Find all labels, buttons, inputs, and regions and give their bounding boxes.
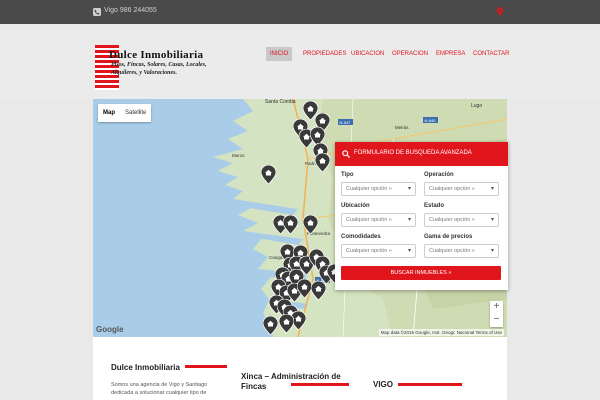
map-attribution[interactable]: Map data ©2015 Google, Inst. Geogr. Naci… [378,329,504,336]
property-marker-icon[interactable] [261,165,276,184]
logo-subtitle: Pisos, Fincas, Solares, Casas, Locales, … [111,62,207,76]
footer-col2-title: Xinca – Administración de Fincas [241,372,341,391]
map-label-lugo: Lugo [471,103,482,109]
chevron-down-icon: ▾ [407,217,411,223]
property-marker-icon[interactable] [311,281,326,300]
property-marker-icon[interactable] [279,314,294,333]
svg-text:N-640: N-640 [425,118,437,123]
select-operacion[interactable]: Cualquier opción » ▾ [424,182,499,196]
field-label-gama-precios: Gama de precios [424,234,473,240]
location-pin-icon[interactable] [497,7,503,16]
footer-col2-rule [291,383,349,386]
chevron-down-icon: ▾ [490,217,494,223]
nav-item-operacion[interactable]: OPERACION [388,47,432,61]
map-type-map-button[interactable]: Map [98,104,120,122]
property-marker-icon[interactable] [283,215,298,234]
nav-item-propiedades[interactable]: PROPIEDADES [299,47,350,61]
footer-col3-rule [398,383,462,386]
property-marker-icon[interactable] [263,316,278,335]
nav-item-empresa[interactable]: EMPRESA [432,47,469,61]
search-properties-button[interactable]: BUSCAR INMUEBLES » [341,266,501,280]
map-label-santa-comba: Santa Comba [265,99,296,105]
logo-name: Dulce Inmobiliaria [109,49,204,61]
search-panel-header: FORMULARIO DE BUSQUEDA AVANZADA [335,142,508,166]
field-label-operacion: Operación [424,172,454,178]
footer-col1-title: Dulce Inmobiliaria [111,363,180,372]
field-label-estado: Estado [424,203,445,209]
chevron-down-icon: ▾ [490,186,494,192]
select-tipo[interactable]: Cualquier opción » ▾ [341,182,416,196]
nav-item-inicio[interactable]: INICIO [266,47,293,61]
chevron-down-icon: ▾ [490,248,494,254]
chevron-down-icon: ▾ [407,248,411,254]
select-ubicacion[interactable]: Cualquier opción » ▾ [341,213,416,227]
map-type-satellite-button[interactable]: Satellite [120,104,151,122]
field-label-ubicacion: Ubicación [341,203,370,209]
zoom-control: + − [490,301,503,327]
zoom-in-button[interactable]: + [490,301,503,314]
svg-text:N-547: N-547 [340,120,352,125]
property-marker-icon[interactable] [303,215,318,234]
nav-item-ubicacion[interactable]: UBICACION [347,47,388,61]
zoom-out-button[interactable]: − [490,314,503,327]
phone-number: Vigo 986 244055 [104,7,157,14]
search-icon [342,150,350,158]
select-comodidades[interactable]: Cualquier opción » ▾ [341,244,416,258]
field-label-tipo: Tipo [341,172,354,178]
map-label-meiras: Meirás [395,125,409,130]
phone-icon [93,8,101,16]
select-estado[interactable]: Cualquier opción » ▾ [424,213,499,227]
property-marker-icon[interactable] [297,279,312,298]
nav-item-contactar[interactable]: CONTACTAR [469,47,513,61]
map-type-control: Map Satellite [98,104,152,122]
map-label-muros: Muros [232,153,245,158]
footer-col1-rule [185,365,227,368]
search-panel-title: FORMULARIO DE BUSQUEDA AVANZADA [354,150,472,156]
advanced-search-panel: FORMULARIO DE BUSQUEDA AVANZADA Tipo Cua… [335,142,508,290]
footer-columns: Dulce Inmobiliaria Somos una agencia de … [93,337,507,400]
site-logo[interactable]: Dulce Inmobiliaria Pisos, Fincas, Solare… [95,45,225,91]
property-marker-icon[interactable] [315,153,330,172]
top-bar: Vigo 986 244055 [0,0,600,24]
google-logo: Google [96,325,124,334]
footer-col1-text: Somos una agencia de Vigo y Santiago ded… [111,382,208,396]
site-header: Dulce Inmobiliaria Pisos, Fincas, Solare… [0,24,600,99]
field-label-comodidades: Comodidades [341,234,381,240]
select-gama-precios[interactable]: Cualquier opción » ▾ [424,244,499,258]
chevron-down-icon: ▾ [407,186,411,192]
footer-col3-title: VIGO [373,380,394,389]
